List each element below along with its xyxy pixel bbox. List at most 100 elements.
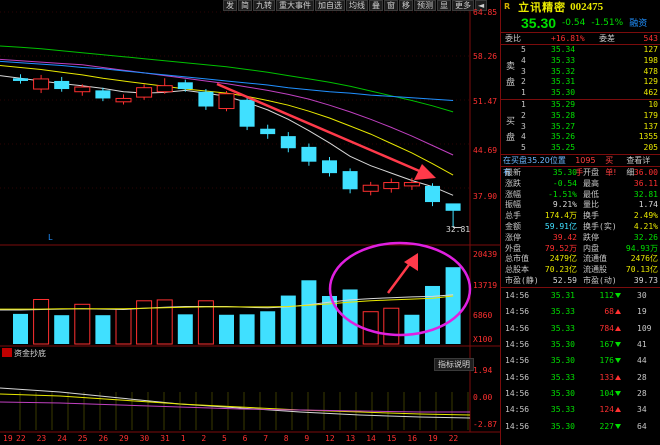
stat-value: 32.81 — [633, 189, 658, 199]
tick-price: 35.33 — [550, 372, 575, 382]
candle-body — [177, 82, 193, 90]
bid-row[interactable]: 3 35.27 137 — [501, 122, 660, 133]
tick-time: 14:56 — [505, 405, 530, 415]
candle[interactable] — [218, 91, 235, 112]
ask-row[interactable]: 2 35.31 129 — [501, 77, 660, 88]
stat-value: 70.23亿 — [544, 265, 577, 275]
view-detail-link[interactable]: 查看详细 — [626, 155, 658, 177]
stat-value: -0.54 — [552, 178, 577, 188]
book-level: 3 — [521, 66, 526, 76]
candle[interactable] — [301, 143, 317, 166]
tick-row[interactable]: 14:56 35.30 176 44 — [501, 353, 660, 369]
ask-row[interactable]: 1 35.30 462 — [501, 88, 660, 99]
tick-list[interactable]: 14:56 35.31 112 30 14:56 35.33 68 19 14:56 35.33 7… — [501, 288, 660, 436]
tick-count: 28 — [637, 372, 647, 382]
candle-body — [322, 160, 337, 174]
candle[interactable] — [445, 203, 461, 228]
candle[interactable] — [280, 132, 296, 153]
candle[interactable] — [362, 181, 379, 196]
date-axis-label: 24 — [57, 434, 67, 443]
tick-row[interactable]: 14:56 35.30 104 28 — [501, 386, 660, 402]
toolbar-button-8[interactable]: 移 — [399, 0, 413, 11]
tick-row[interactable]: 14:56 35.33 68 19 — [501, 304, 660, 320]
volume-bar[interactable] — [115, 308, 132, 345]
candle[interactable] — [342, 168, 358, 194]
indicator-help-button[interactable]: 指标说明 — [434, 358, 474, 371]
toolbar-button-3[interactable]: 重大事件 — [276, 0, 314, 11]
tick-row[interactable]: 14:56 35.33 124 34 — [501, 402, 660, 418]
volume-bar[interactable] — [219, 314, 234, 344]
book-volume: 137 — [643, 121, 658, 131]
volume-bar[interactable] — [54, 315, 70, 344]
volume-bar[interactable] — [74, 303, 91, 345]
bid-row[interactable]: 5 35.25 205 — [501, 143, 660, 154]
volume-bar[interactable] — [280, 295, 296, 344]
volume-bar[interactable] — [404, 314, 420, 344]
stat-value: 174.4万 — [544, 211, 577, 221]
candle[interactable] — [156, 78, 173, 94]
volume-bar[interactable] — [33, 298, 50, 345]
date-axis-label: 15 — [386, 434, 397, 443]
candle[interactable] — [322, 156, 337, 177]
candle[interactable] — [425, 183, 440, 207]
volume-bar[interactable] — [383, 307, 400, 345]
volume-bar[interactable] — [425, 285, 440, 344]
bid-row[interactable]: 2 35.28 179 — [501, 111, 660, 122]
volume-bar[interactable] — [95, 315, 111, 344]
tick-row[interactable]: 14:56 35.30 227 64 — [501, 419, 660, 435]
volume-bar[interactable] — [136, 300, 153, 345]
tick-count: 28 — [637, 389, 647, 399]
candle[interactable] — [383, 178, 400, 193]
candle[interactable] — [33, 74, 50, 94]
volume-bar[interactable] — [445, 267, 461, 344]
ask-row[interactable]: 5 35.34 127 — [501, 45, 660, 56]
tick-row[interactable]: 14:56 35.33 133 28 — [501, 370, 660, 386]
tick-volume: 227 — [581, 419, 621, 435]
candle-body — [218, 93, 235, 110]
toolbar-button-9[interactable]: 预测 — [414, 0, 436, 11]
toolbar-button-7[interactable]: 窗 — [384, 0, 398, 11]
candle[interactable] — [115, 94, 132, 105]
indicator-tag-icon[interactable] — [2, 348, 12, 357]
toolbar-button-1[interactable]: 简 — [238, 0, 252, 11]
toolbar-button-5[interactable]: 均线 — [346, 0, 368, 11]
candle[interactable] — [54, 76, 70, 92]
bid-row[interactable]: 1 35.29 10 — [501, 100, 660, 111]
stat-value: 2.49% — [633, 211, 658, 221]
toolbar-button-6[interactable]: 叠 — [369, 0, 383, 11]
volume-bar[interactable] — [301, 280, 317, 344]
stat-value: 39.42 — [552, 232, 577, 242]
r-icon[interactable]: R — [504, 2, 510, 11]
toolbar-button-11[interactable]: 更多 — [452, 0, 474, 11]
candle[interactable] — [260, 124, 276, 139]
toolbar-button-2[interactable]: 九转 — [253, 0, 275, 11]
volume-bar[interactable] — [260, 311, 276, 344]
candle[interactable] — [13, 74, 28, 84]
ask-row[interactable]: 3 35.32 478 — [501, 67, 660, 78]
candle-body — [445, 203, 461, 211]
tick-count: 19 — [637, 307, 647, 317]
candle[interactable] — [239, 97, 255, 131]
candle[interactable] — [136, 84, 153, 100]
toolbar-button-10[interactable]: 显 — [437, 0, 451, 11]
candle[interactable] — [198, 89, 214, 110]
tick-row[interactable]: 14:56 35.31 112 30 — [501, 288, 660, 304]
bid-row[interactable]: 4 35.26 1355 — [501, 132, 660, 143]
candle-body — [280, 136, 296, 149]
volume-bar[interactable] — [177, 314, 193, 344]
toolbar-button-4[interactable]: 加自选 — [315, 0, 345, 11]
financing-badge[interactable]: 融资 — [629, 16, 647, 29]
ask-row[interactable]: 4 35.33 198 — [501, 56, 660, 67]
indicator-axis-label: -2.87 — [473, 420, 498, 429]
volume-bar[interactable] — [156, 299, 173, 345]
large-buy-alert: 在买盘35.20位置有 1095手 买单! 查看详细 — [501, 155, 660, 177]
toolbar-button-0[interactable]: 发 — [223, 0, 237, 11]
stat-row: 涨幅 -1.51% 最低 32.81 — [501, 190, 660, 201]
tick-row[interactable]: 14:56 35.30 167 41 — [501, 337, 660, 353]
volume-bar[interactable] — [239, 314, 255, 344]
tick-row[interactable]: 14:56 35.33 784 109 — [501, 321, 660, 337]
kline-chart[interactable] — [0, 0, 500, 445]
stat-row: 金额 59.91亿 换手(实) 4.21% — [501, 222, 660, 233]
volume-bar[interactable] — [13, 313, 28, 344]
tick-price: 35.31 — [550, 290, 575, 300]
